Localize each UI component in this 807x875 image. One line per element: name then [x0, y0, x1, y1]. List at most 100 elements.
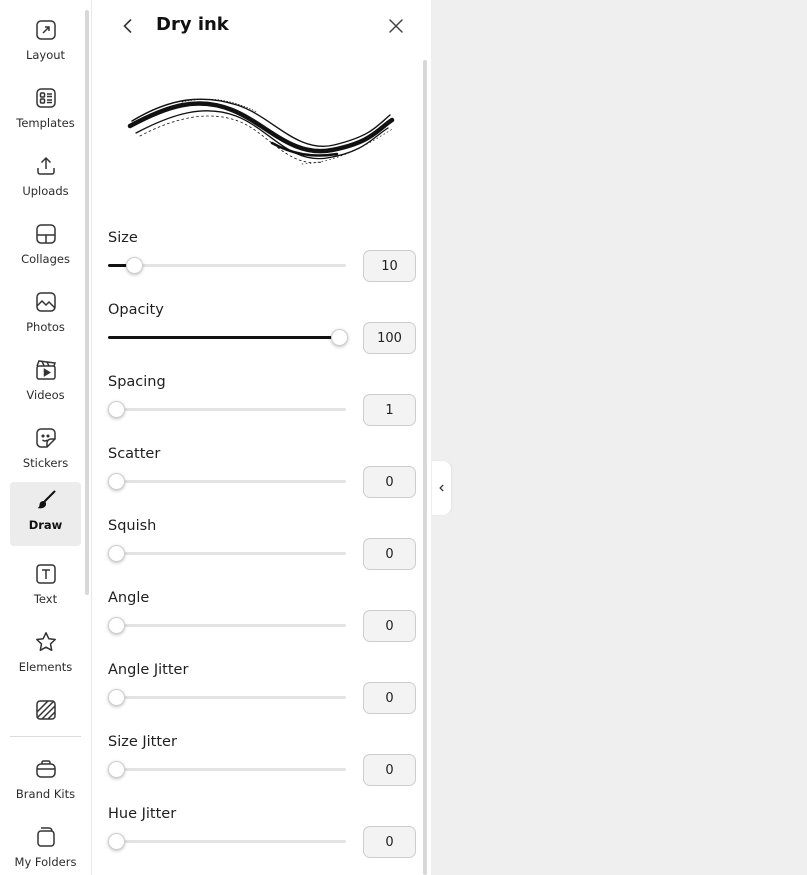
folder-icon — [34, 825, 58, 849]
page-title: Dry ink — [156, 14, 229, 35]
sidebar-item-text[interactable]: Text — [10, 556, 81, 620]
brush-icon — [34, 488, 58, 512]
slider-fill — [108, 336, 339, 339]
setting-squish: Squish 0 — [108, 518, 416, 590]
sidebar-item-label: Stickers — [22, 456, 69, 470]
brand-kit-icon — [34, 757, 58, 781]
text-icon — [34, 562, 58, 586]
photo-icon — [34, 290, 58, 314]
sidebar-item-videos[interactable]: Videos — [10, 352, 81, 416]
sidebar-item-label: My Folders — [14, 855, 77, 869]
slider-thumb[interactable] — [108, 761, 125, 778]
setting-spacing: Spacing 1 — [108, 374, 416, 446]
textures-icon — [34, 698, 58, 722]
slider-thumb[interactable] — [108, 689, 125, 706]
brush-settings-panel: Dry ink Size 10 Opacity 100 Spacing 1 Sc… — [92, 0, 431, 875]
setting-label: Opacity — [108, 302, 164, 318]
sidebar-item-label: Videos — [26, 388, 65, 402]
sidebar-item-elements[interactable]: Elements — [10, 624, 81, 688]
chevron-left-icon — [439, 484, 444, 492]
size-jitter-slider[interactable] — [108, 761, 346, 778]
size-value-input[interactable]: 10 — [363, 250, 416, 282]
opacity-value-input[interactable]: 100 — [363, 322, 416, 354]
setting-opacity: Opacity 100 — [108, 302, 416, 374]
sidebar-scrollbar[interactable] — [85, 10, 89, 595]
setting-label: Squish — [108, 518, 157, 534]
spacing-slider[interactable] — [108, 401, 346, 418]
hue-jitter-value-input[interactable]: 0 — [363, 826, 416, 858]
brush-stroke-preview — [127, 98, 395, 165]
setting-label: Size Jitter — [108, 734, 177, 750]
angle-jitter-slider[interactable] — [108, 689, 346, 706]
setting-label: Scatter — [108, 446, 161, 462]
sidebar-item-draw[interactable]: Draw — [10, 482, 81, 546]
collapse-panel-button[interactable] — [432, 461, 451, 515]
layout-icon — [34, 18, 58, 42]
size-jitter-value-input[interactable]: 0 — [363, 754, 416, 786]
squish-slider[interactable] — [108, 545, 346, 562]
slider-thumb[interactable] — [126, 257, 143, 274]
sidebar-item-label: Templates — [16, 116, 75, 130]
setting-label: Angle — [108, 590, 150, 606]
panel-scrollbar[interactable] — [423, 60, 427, 875]
scatter-slider[interactable] — [108, 473, 346, 490]
slider-thumb[interactable] — [108, 401, 125, 418]
close-icon — [389, 19, 403, 33]
setting-label: Angle Jitter — [108, 662, 189, 678]
setting-scatter: Scatter 0 — [108, 446, 416, 518]
star-icon — [34, 630, 58, 654]
setting-size: Size 10 — [108, 230, 416, 302]
setting-angle-jitter: Angle Jitter 0 — [108, 662, 416, 734]
templates-icon — [34, 86, 58, 110]
opacity-slider[interactable] — [108, 329, 348, 346]
sidebar-item-uploads[interactable]: Uploads — [10, 148, 81, 212]
sidebar-item-label: Brand Kits — [15, 787, 76, 801]
angle-jitter-value-input[interactable]: 0 — [363, 682, 416, 714]
spacing-value-input[interactable]: 1 — [363, 394, 416, 426]
angle-value-input[interactable]: 0 — [363, 610, 416, 642]
sidebar-item-textures[interactable] — [10, 692, 81, 728]
sidebar-item-brand-kits[interactable]: Brand Kits — [10, 751, 81, 815]
slider-thumb[interactable] — [108, 617, 125, 634]
setting-size-jitter: Size Jitter 0 — [108, 734, 416, 806]
sidebar-item-templates[interactable]: Templates — [10, 80, 81, 144]
sidebar-item-my-folders[interactable]: My Folders — [10, 819, 81, 875]
setting-label: Size — [108, 230, 138, 246]
video-icon — [34, 358, 58, 382]
upload-icon — [34, 154, 58, 178]
sidebar-item-label: Collages — [21, 252, 70, 266]
slider-thumb[interactable] — [331, 329, 348, 346]
setting-angle: Angle 0 — [108, 590, 416, 662]
sidebar-clip — [0, 690, 84, 728]
slider-thumb[interactable] — [108, 833, 125, 850]
slider-thumb[interactable] — [108, 545, 125, 562]
sidebar-item-layout[interactable]: Layout — [10, 12, 81, 76]
slider-thumb[interactable] — [108, 473, 125, 490]
sidebar-item-label: Photos — [26, 320, 65, 334]
canvas-area[interactable] — [431, 0, 807, 875]
sidebar-item-label: Text — [33, 592, 58, 606]
sidebar-item-label: Layout — [25, 48, 66, 62]
chevron-left-icon — [123, 19, 132, 33]
size-slider[interactable] — [108, 257, 346, 274]
sidebar-divider — [10, 736, 81, 737]
left-sidebar: Layout Templates Uploads Collages Photos… — [0, 0, 92, 875]
panel-header: Dry ink — [92, 0, 431, 54]
sidebar-item-stickers[interactable]: Stickers — [10, 420, 81, 484]
setting-label: Spacing — [108, 374, 166, 390]
setting-label: Hue Jitter — [108, 806, 177, 822]
collage-icon — [34, 222, 58, 246]
brush-preview — [122, 88, 402, 178]
sidebar-item-photos[interactable]: Photos — [10, 284, 81, 348]
scatter-value-input[interactable]: 0 — [363, 466, 416, 498]
sidebar-item-label: Uploads — [22, 184, 69, 198]
squish-value-input[interactable]: 0 — [363, 538, 416, 570]
setting-hue-jitter: Hue Jitter 0 — [108, 806, 416, 875]
sidebar-item-collages[interactable]: Collages — [10, 216, 81, 280]
hue-jitter-slider[interactable] — [108, 833, 346, 850]
sidebar-item-label: Draw — [28, 518, 63, 532]
angle-slider[interactable] — [108, 617, 346, 634]
back-button[interactable] — [118, 16, 138, 36]
sidebar-item-label: Elements — [18, 660, 73, 674]
close-button[interactable] — [386, 16, 406, 36]
